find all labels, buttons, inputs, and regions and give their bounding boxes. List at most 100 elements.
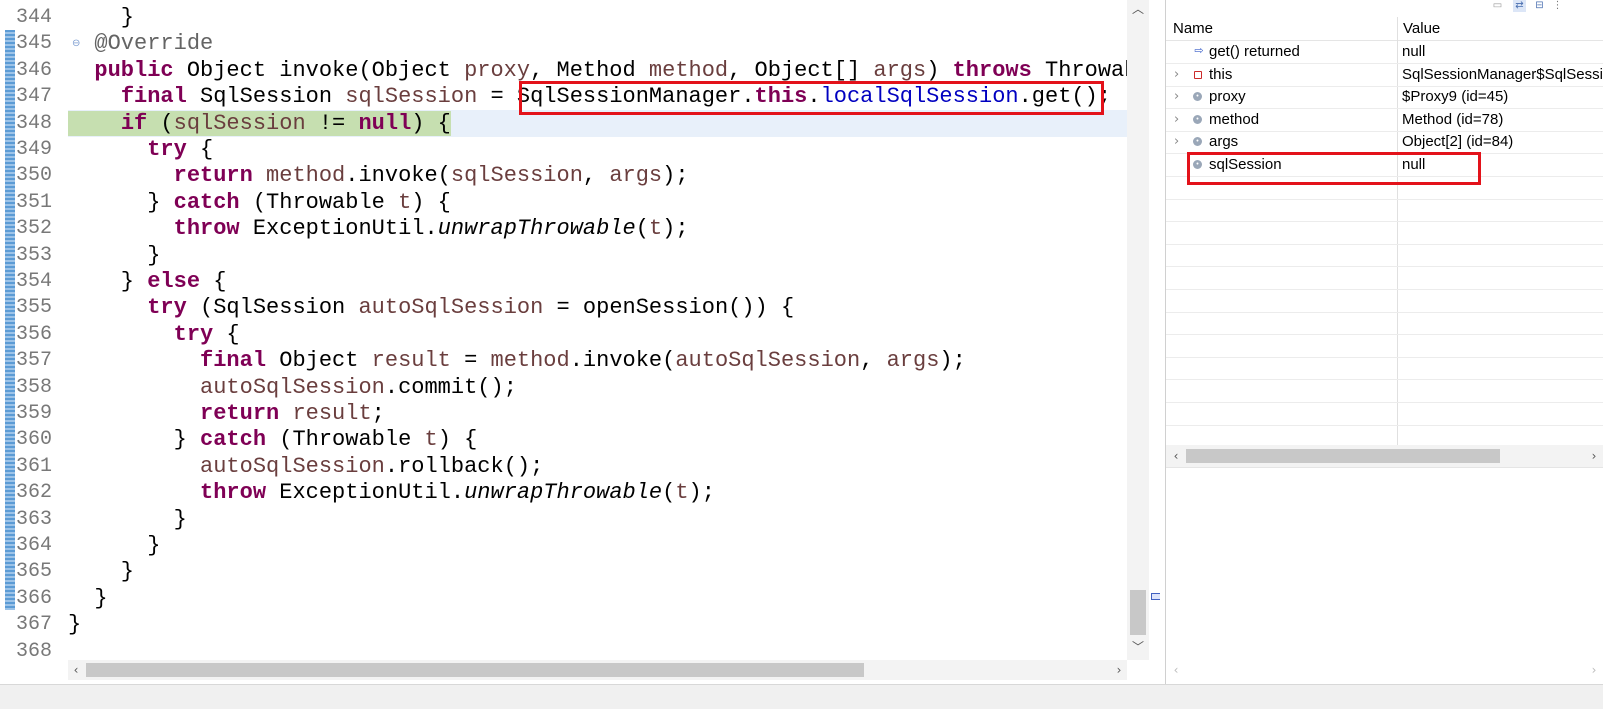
- expand-chevron-icon[interactable]: ›: [1174, 86, 1179, 108]
- code-line[interactable]: final Object result = method.invoke(auto…: [68, 347, 1153, 374]
- variables-horizontal-scroll-thumb[interactable]: [1186, 449, 1500, 463]
- code-token: sqlSession: [173, 111, 306, 136]
- empty-row: [1166, 335, 1603, 358]
- code-token: .invoke(: [345, 163, 451, 188]
- code-token: ExceptionUtil.: [266, 480, 465, 505]
- line-number: 346: [16, 59, 53, 82]
- code-line[interactable]: }: [68, 558, 1153, 585]
- code-line[interactable]: throw ExceptionUtil.unwrapThrowable(t);: [68, 479, 1153, 506]
- line-number: 359: [16, 402, 53, 425]
- code-line[interactable]: }: [68, 4, 1153, 31]
- line-number: 366: [16, 587, 53, 610]
- variable-row[interactable]: • sqlSession null: [1166, 154, 1603, 177]
- show-type-names-icon[interactable]: ▭: [1491, 0, 1504, 12]
- code-line[interactable]: } else {: [68, 268, 1153, 295]
- code-token: autoSqlSession: [675, 348, 861, 373]
- code-token: else: [147, 269, 201, 294]
- code-token: (Throwable: [239, 190, 399, 215]
- code-token: =: [450, 348, 491, 373]
- expand-chevron-icon[interactable]: ›: [1174, 109, 1179, 131]
- code-token: {: [186, 137, 214, 162]
- detail-horizontal-scrollbar[interactable]: ‹ ›: [1166, 660, 1603, 680]
- variable-row[interactable]: › • proxy $Proxy9 (id=45): [1166, 86, 1603, 109]
- empty-row: [1166, 380, 1603, 403]
- code-line[interactable]: }: [68, 506, 1153, 533]
- code-line[interactable]: }: [68, 532, 1153, 559]
- code-line[interactable]: throw ExceptionUtil.unwrapThrowable(t);: [68, 215, 1153, 242]
- vars-scroll-right-icon[interactable]: ›: [1586, 446, 1602, 466]
- editor-horizontal-scroll-thumb[interactable]: [86, 663, 864, 677]
- code-line[interactable]: }: [68, 585, 1153, 612]
- scroll-right-icon[interactable]: ›: [1111, 660, 1127, 680]
- empty-row: [1166, 199, 1603, 222]
- scroll-left-icon[interactable]: ‹: [68, 660, 84, 680]
- code-line[interactable]: } catch (Throwable t) {: [68, 426, 1153, 453]
- show-logical-structure-icon[interactable]: ⇄: [1513, 0, 1526, 12]
- editor-vertical-scrollbar[interactable]: ︿ ﹀: [1127, 0, 1149, 660]
- editor-horizontal-scrollbar[interactable]: ‹ ›: [68, 660, 1127, 680]
- code-token: result: [292, 401, 372, 426]
- column-header-value[interactable]: Value: [1403, 17, 1440, 40]
- expand-chevron-icon[interactable]: ›: [1174, 64, 1179, 86]
- code-line[interactable]: return method.invoke(sqlSession, args);: [68, 162, 1153, 189]
- variable-row[interactable]: › • method Method (id=78): [1166, 109, 1603, 132]
- variables-horizontal-scrollbar[interactable]: ‹ ›: [1166, 445, 1603, 467]
- code-token: ,: [582, 163, 610, 188]
- variable-row[interactable]: › this SqlSessionManager$SqlSessionInterce…: [1166, 64, 1603, 87]
- view-menu-icon[interactable]: ⋮: [1551, 0, 1564, 12]
- expand-chevron-icon[interactable]: ›: [1174, 131, 1179, 153]
- code-token: Object: [266, 348, 372, 373]
- code-token: ExceptionUtil.: [239, 216, 438, 241]
- code-editor[interactable]: 344 345 ⊖ 346 347 348 349 350 351 352 353 354 355 356…: [0, 0, 1160, 692]
- editor-vertical-scroll-thumb[interactable]: [1130, 590, 1146, 635]
- scroll-up-icon[interactable]: ︿: [1127, 0, 1149, 18]
- collapse-all-icon[interactable]: ⊟: [1533, 0, 1546, 12]
- code-token: }: [68, 243, 161, 268]
- code-token: ) {: [411, 111, 451, 136]
- current-line[interactable]: if (sqlSession != null) {: [68, 110, 1153, 137]
- line-number: 355: [16, 296, 53, 319]
- local-variable-icon: •: [1193, 115, 1202, 124]
- code-line[interactable]: @Override: [68, 30, 1153, 57]
- variable-name: method: [1209, 111, 1260, 128]
- variable-row[interactable]: › • args Object[2] (id=84): [1166, 131, 1603, 154]
- detail-scroll-right-icon[interactable]: ›: [1586, 660, 1602, 680]
- code-line[interactable]: }: [68, 611, 1153, 638]
- code-line[interactable]: autoSqlSession.rollback();: [68, 453, 1153, 480]
- code-line[interactable]: } catch (Throwable t) {: [68, 189, 1153, 216]
- code-line[interactable]: try (SqlSession autoSqlSession = openSes…: [68, 294, 1153, 321]
- scroll-down-icon[interactable]: ﹀: [1127, 638, 1149, 656]
- code-token: }: [68, 533, 161, 558]
- code-token: , Object[]: [728, 58, 874, 83]
- variable-row[interactable]: ⇨ get() returned null: [1166, 41, 1603, 64]
- vars-scroll-left-icon[interactable]: ‹: [1168, 446, 1184, 466]
- code-token: final: [200, 348, 267, 373]
- column-header-name[interactable]: Name: [1173, 17, 1213, 40]
- variable-detail-pane[interactable]: [1166, 467, 1603, 663]
- code-token: ;: [371, 401, 385, 426]
- line-number: 353: [16, 244, 53, 267]
- code-token: .rollback();: [384, 454, 544, 479]
- code-line[interactable]: }: [68, 242, 1153, 269]
- code-line[interactable]: public Object invoke(Object proxy, Metho…: [68, 57, 1153, 84]
- code-line[interactable]: final SqlSession sqlSession = SqlSession…: [68, 83, 1153, 110]
- empty-row: [1166, 312, 1603, 335]
- detail-scroll-left-icon[interactable]: ‹: [1168, 660, 1184, 680]
- code-line[interactable]: try {: [68, 321, 1153, 348]
- overview-mark[interactable]: [1151, 593, 1160, 600]
- line-number: 351: [16, 191, 53, 214]
- code-line[interactable]: autoSqlSession.commit();: [68, 374, 1153, 401]
- code-line[interactable]: try {: [68, 136, 1153, 163]
- code-token: );: [939, 348, 966, 373]
- variable-value: SqlSessionManager$SqlSessionInterceptor …: [1402, 66, 1603, 83]
- line-number: 361: [16, 455, 53, 478]
- code-token: throws: [952, 58, 1032, 83]
- code-line[interactable]: return result;: [68, 400, 1153, 427]
